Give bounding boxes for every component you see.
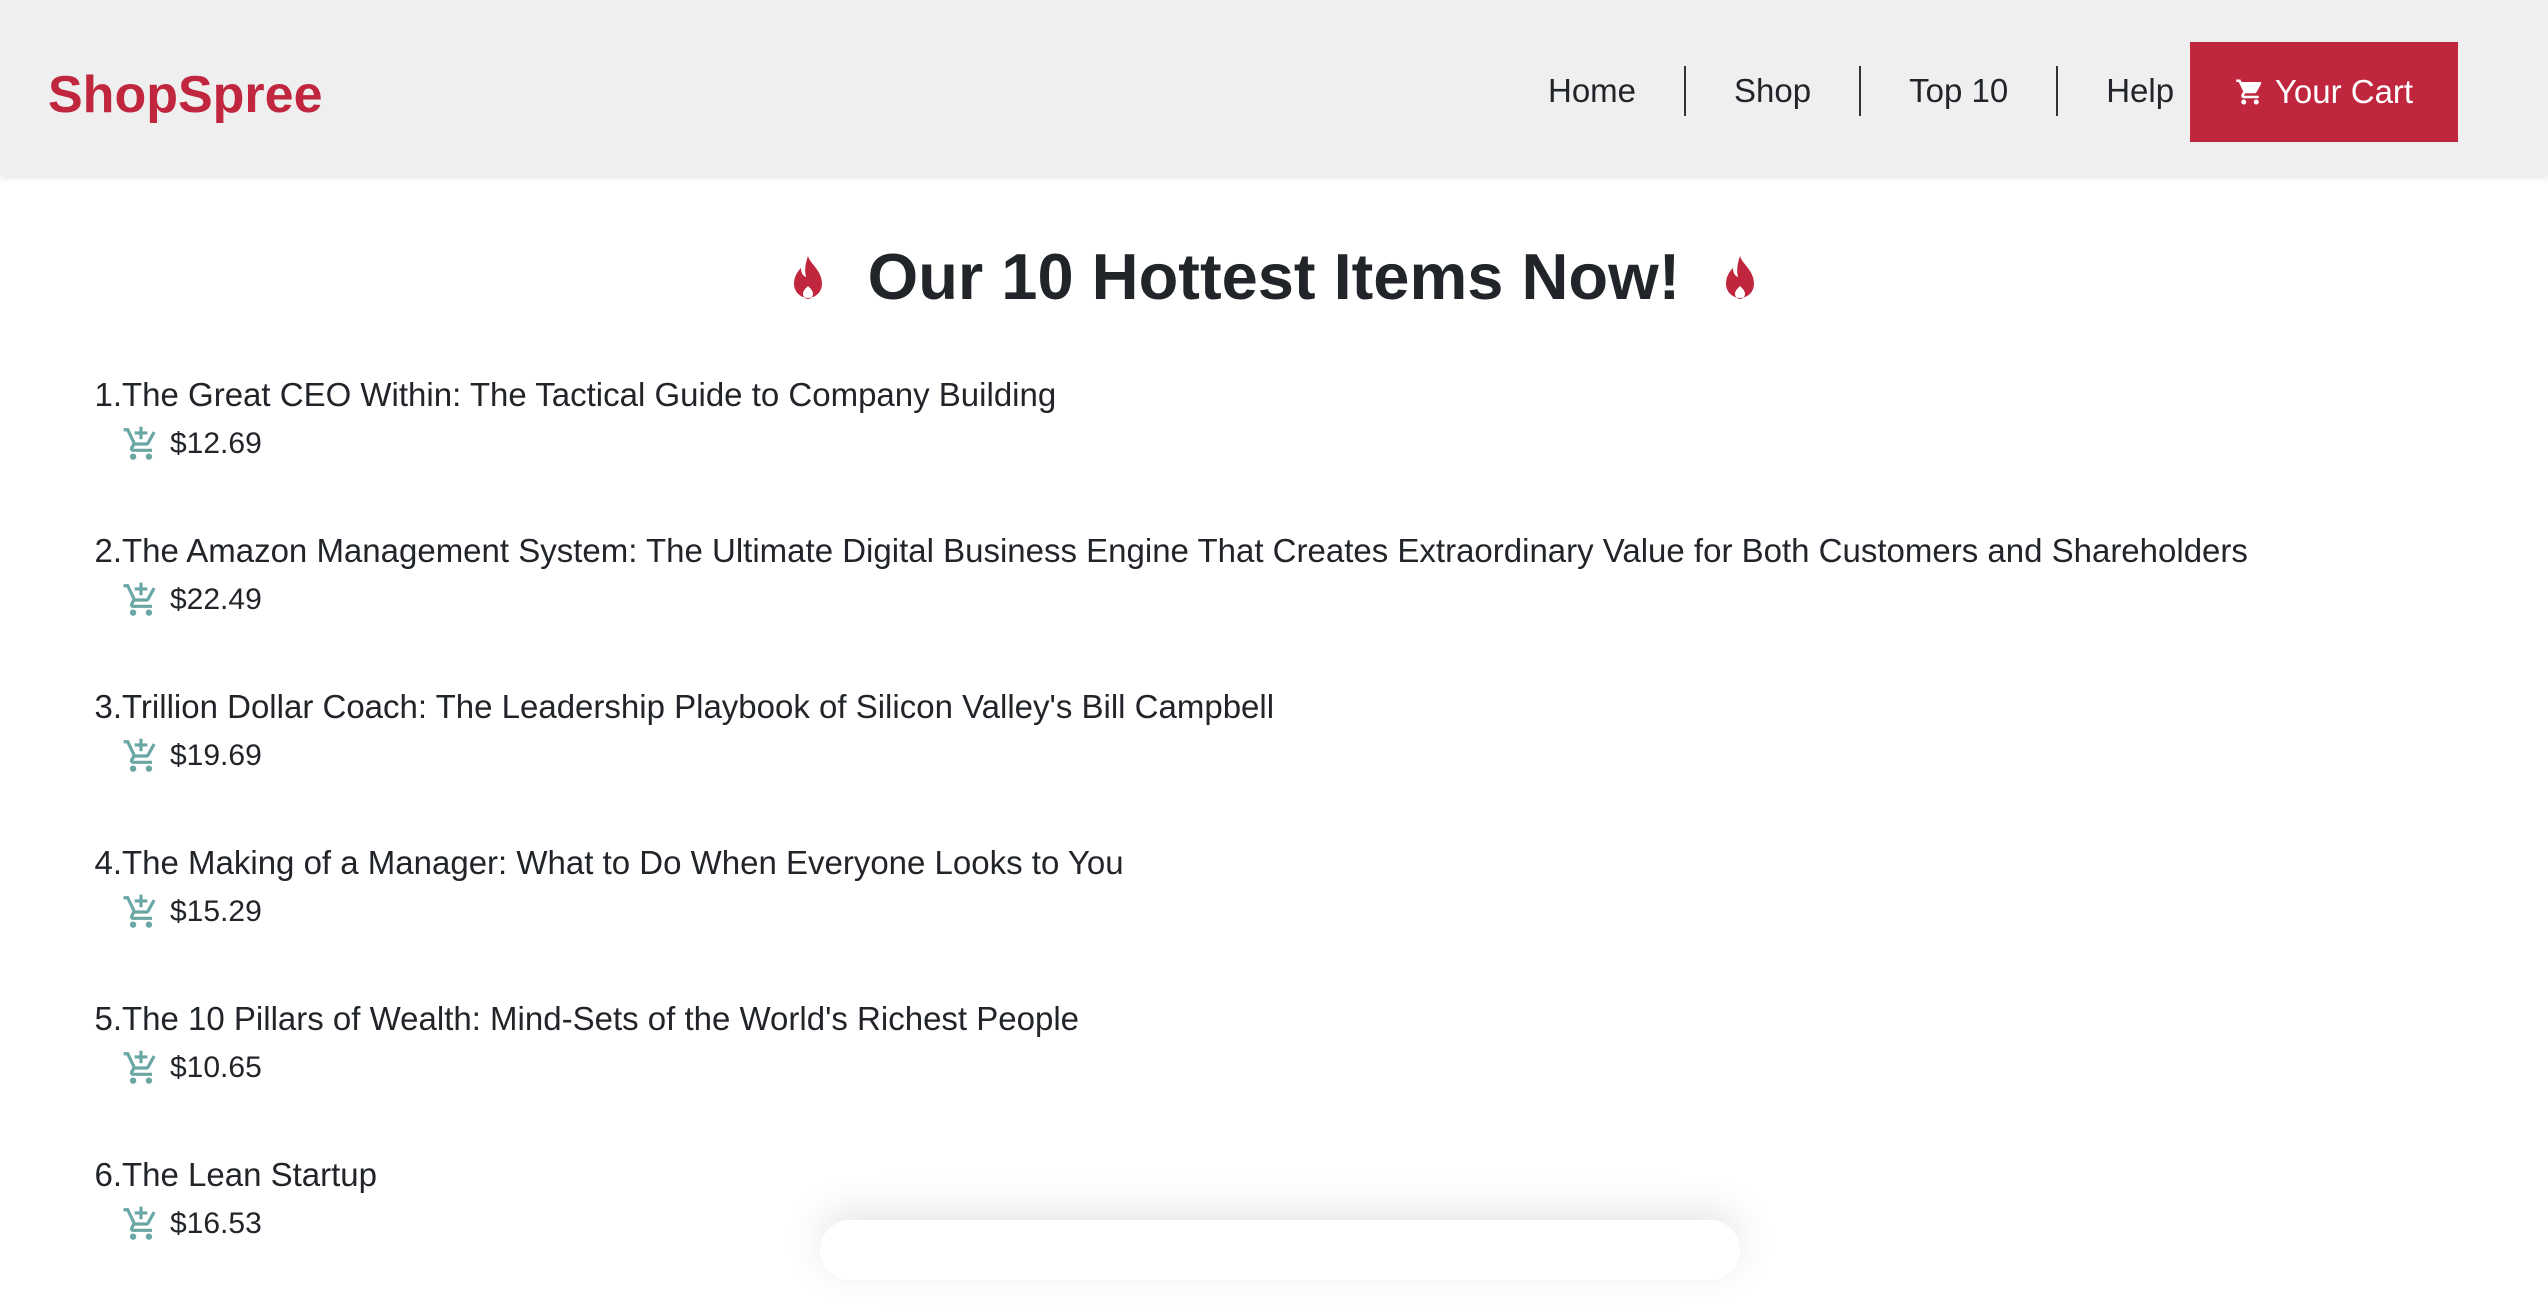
product-price: $12.69 [170,427,262,460]
item-rank: 3. [94,688,122,725]
product-price: $19.69 [170,739,262,772]
item-rank: 6. [94,1156,122,1193]
nav-home-link[interactable]: Home [1500,66,1684,116]
nav-shop-link[interactable]: Shop [1684,66,1859,116]
price-row: $16.53 [122,1200,262,1248]
list-item: 1. The Great CEO Within: The Tactical Gu… [0,370,2200,526]
list-item: 3. Trillion Dollar Coach: The Leadership… [0,682,2200,838]
product-title[interactable]: Trillion Dollar Coach: The Leadership Pl… [122,682,1274,732]
product-price: $10.65 [170,1051,262,1084]
navbar: ShopSpree Home Shop Top 10 Help Your Car… [0,0,2548,176]
bottom-panel-shadow [820,1220,1740,1280]
product-title[interactable]: The 10 Pillars of Wealth: Mind-Sets of t… [122,994,1079,1044]
item-rank: 2. [94,532,122,569]
add-to-cart-icon[interactable] [122,1205,160,1243]
page-title: Our 10 Hottest Items Now! [0,232,2548,322]
product-price: $15.29 [170,895,262,928]
add-to-cart-icon[interactable] [122,1049,160,1087]
item-rank: 4. [94,844,122,881]
product-title[interactable]: The Lean Startup [122,1150,377,1200]
brand-logo[interactable]: ShopSpree [48,60,323,130]
price-row: $22.49 [122,576,262,624]
add-to-cart-icon[interactable] [122,893,160,931]
product-price: $22.49 [170,583,262,616]
your-cart-button[interactable]: Your Cart [2190,42,2458,142]
product-title[interactable]: The Making of a Manager: What to Do When… [122,838,1124,888]
item-rank: 5. [94,1000,122,1037]
price-row: $12.69 [122,420,262,468]
list-item: 4. The Making of a Manager: What to Do W… [0,838,2200,994]
price-row: $19.69 [122,732,262,780]
fire-icon [1726,255,1755,299]
price-row: $15.29 [122,888,262,936]
shopping-cart-icon [2236,79,2262,105]
fire-icon [793,255,822,299]
your-cart-label: Your Cart [2274,73,2414,110]
nav-links: Home Shop Top 10 Help [1500,66,2222,116]
price-row: $10.65 [122,1044,262,1092]
list-item: 5. The 10 Pillars of Wealth: Mind-Sets o… [0,994,2200,1150]
product-list: 1. The Great CEO Within: The Tactical Gu… [0,370,2247,1306]
item-rank: 1. [94,376,122,413]
add-to-cart-icon[interactable] [122,425,160,463]
add-to-cart-icon[interactable] [122,737,160,775]
product-price: $16.53 [170,1207,262,1240]
product-title[interactable]: The Great CEO Within: The Tactical Guide… [122,370,1056,420]
nav-top10-link[interactable]: Top 10 [1859,66,2056,116]
page-title-text: Our 10 Hottest Items Now! [867,240,1681,313]
add-to-cart-icon[interactable] [122,581,160,619]
list-item: 2. The Amazon Management System: The Ult… [0,526,2247,682]
product-title[interactable]: The Amazon Management System: The Ultima… [122,526,2248,576]
